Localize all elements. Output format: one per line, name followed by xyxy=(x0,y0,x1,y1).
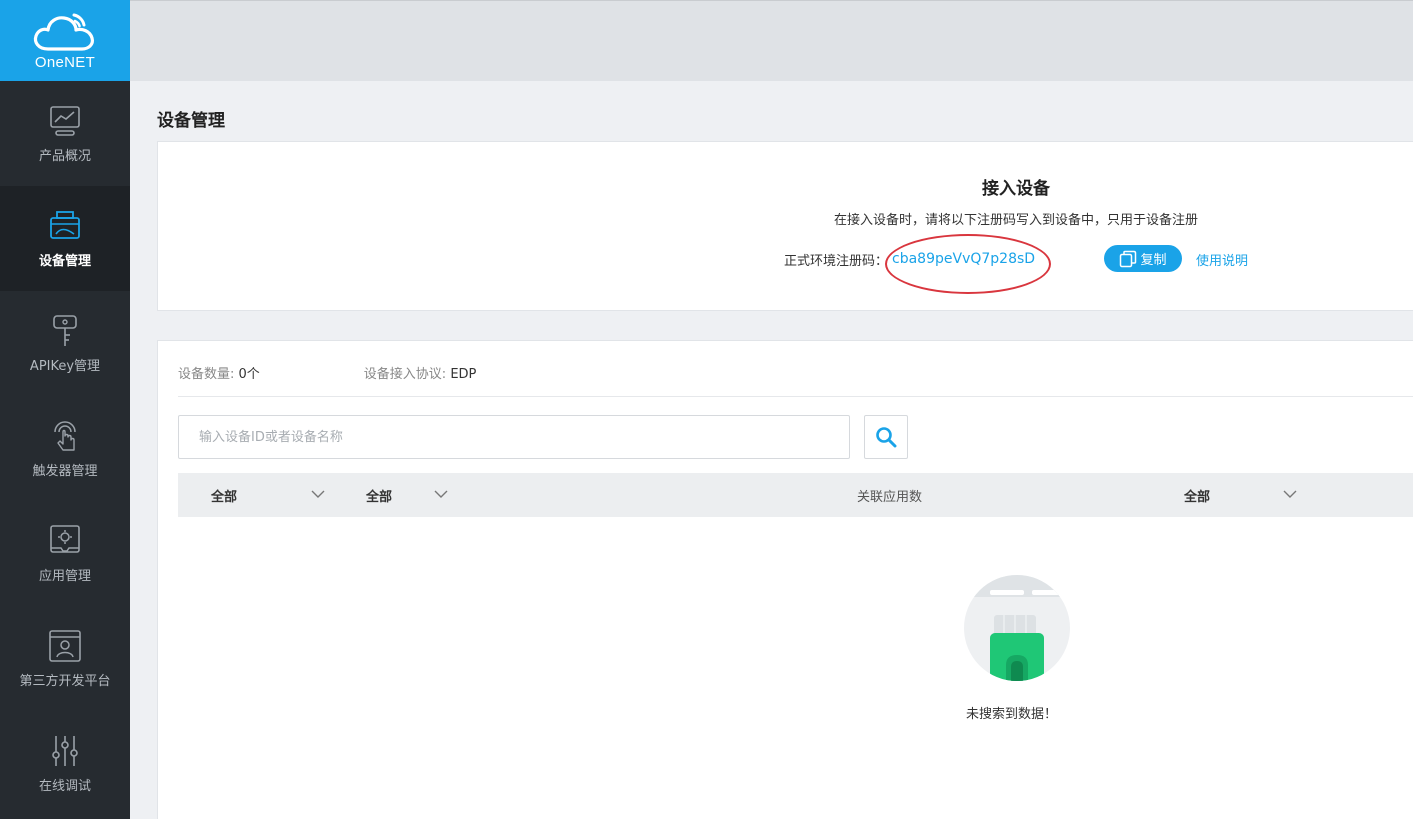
chevron-down-icon[interactable] xyxy=(310,488,326,500)
sidebar-item-third-party-platform[interactable]: 第三方开发平台 xyxy=(0,606,130,711)
sidebar-item-label: 设备管理 xyxy=(38,254,91,269)
column-filter-3[interactable]: 全部 xyxy=(1184,473,1210,517)
usage-instructions-link[interactable]: 使用说明 xyxy=(1196,250,1248,269)
sidebar-item-app-management[interactable]: 应用管理 xyxy=(0,501,130,606)
access-device-panel: 接入设备 在接入设备时，请将以下注册码写入到设备中，只用于设备注册 正式环境注册… xyxy=(157,141,1413,311)
table-header: 全部 全部 关联应用数 全部 xyxy=(178,473,1413,517)
chart-monitor-icon xyxy=(50,106,80,136)
empty-state-illustration xyxy=(964,575,1070,681)
access-description: 在接入设备时，请将以下注册码写入到设备中，只用于设备注册 xyxy=(833,213,1198,228)
sidebar-item-online-debug[interactable]: 在线调试 xyxy=(0,711,130,816)
page-title: 设备管理 xyxy=(157,111,225,131)
sidebar-item-label: 应用管理 xyxy=(38,569,91,584)
third-party-user-icon xyxy=(49,630,81,662)
search-button[interactable] xyxy=(864,415,908,459)
key-icon xyxy=(53,315,77,346)
sidebar: OneNET 产品概况 设备管理 APIKey管理 触发器管理 应用管理 第三方… xyxy=(0,0,130,819)
sidebar-item-label: 在线调试 xyxy=(38,779,91,794)
sidebar-item-device-management[interactable]: 设备管理 xyxy=(0,186,130,291)
sidebar-item-label: APIKey管理 xyxy=(29,359,101,374)
sidebar-item-product-overview[interactable]: 产品概况 xyxy=(0,81,130,186)
top-bar xyxy=(130,0,1413,81)
search-icon xyxy=(876,427,897,448)
column-filter-2[interactable]: 全部 xyxy=(366,473,392,517)
app-gear-icon xyxy=(50,525,80,553)
sidebar-item-label: 产品概况 xyxy=(38,149,91,164)
touch-trigger-icon xyxy=(54,421,76,451)
empty-box-icon xyxy=(964,575,1070,681)
copy-button[interactable]: 复制 xyxy=(1104,245,1182,272)
device-protocol-stat: 设备接入协议: EDP xyxy=(363,367,477,382)
chevron-down-icon[interactable] xyxy=(433,488,449,500)
copy-button-label: 复制 xyxy=(1140,253,1167,268)
sidebar-item-label: 触发器管理 xyxy=(32,464,98,479)
brand-name: OneNET xyxy=(34,53,96,71)
device-search-input[interactable] xyxy=(178,415,850,459)
sliders-icon xyxy=(52,736,78,766)
registration-code-label: 正式环境注册码： xyxy=(784,253,889,269)
sidebar-item-label: 第三方开发平台 xyxy=(19,674,111,689)
divider xyxy=(178,396,1413,397)
device-stats: 设备数量: 0个 设备接入协议: EDP xyxy=(178,363,476,382)
device-icon xyxy=(50,211,80,239)
copy-icon xyxy=(1120,250,1137,267)
device-count-stat: 设备数量: 0个 xyxy=(178,367,260,382)
empty-state-text: 未搜索到数据！ xyxy=(966,707,1058,722)
highlight-circle-annotation xyxy=(885,234,1051,294)
column-filter-1[interactable]: 全部 xyxy=(211,473,237,517)
device-protocol-value: EDP xyxy=(450,367,477,382)
sidebar-item-trigger-management[interactable]: 触发器管理 xyxy=(0,396,130,501)
chevron-down-icon[interactable] xyxy=(1282,488,1298,500)
device-list-panel: 设备数量: 0个 设备接入协议: EDP 全部 全部 关联应用数 全部 xyxy=(157,340,1413,819)
column-linked-apps: 关联应用数 xyxy=(857,489,923,505)
cloud-logo-icon xyxy=(33,13,94,51)
brand-logo[interactable]: OneNET xyxy=(0,0,130,81)
sidebar-item-apikey-management[interactable]: APIKey管理 xyxy=(0,291,130,396)
device-count-value: 0个 xyxy=(238,367,260,382)
access-title: 接入设备 xyxy=(982,179,1050,199)
